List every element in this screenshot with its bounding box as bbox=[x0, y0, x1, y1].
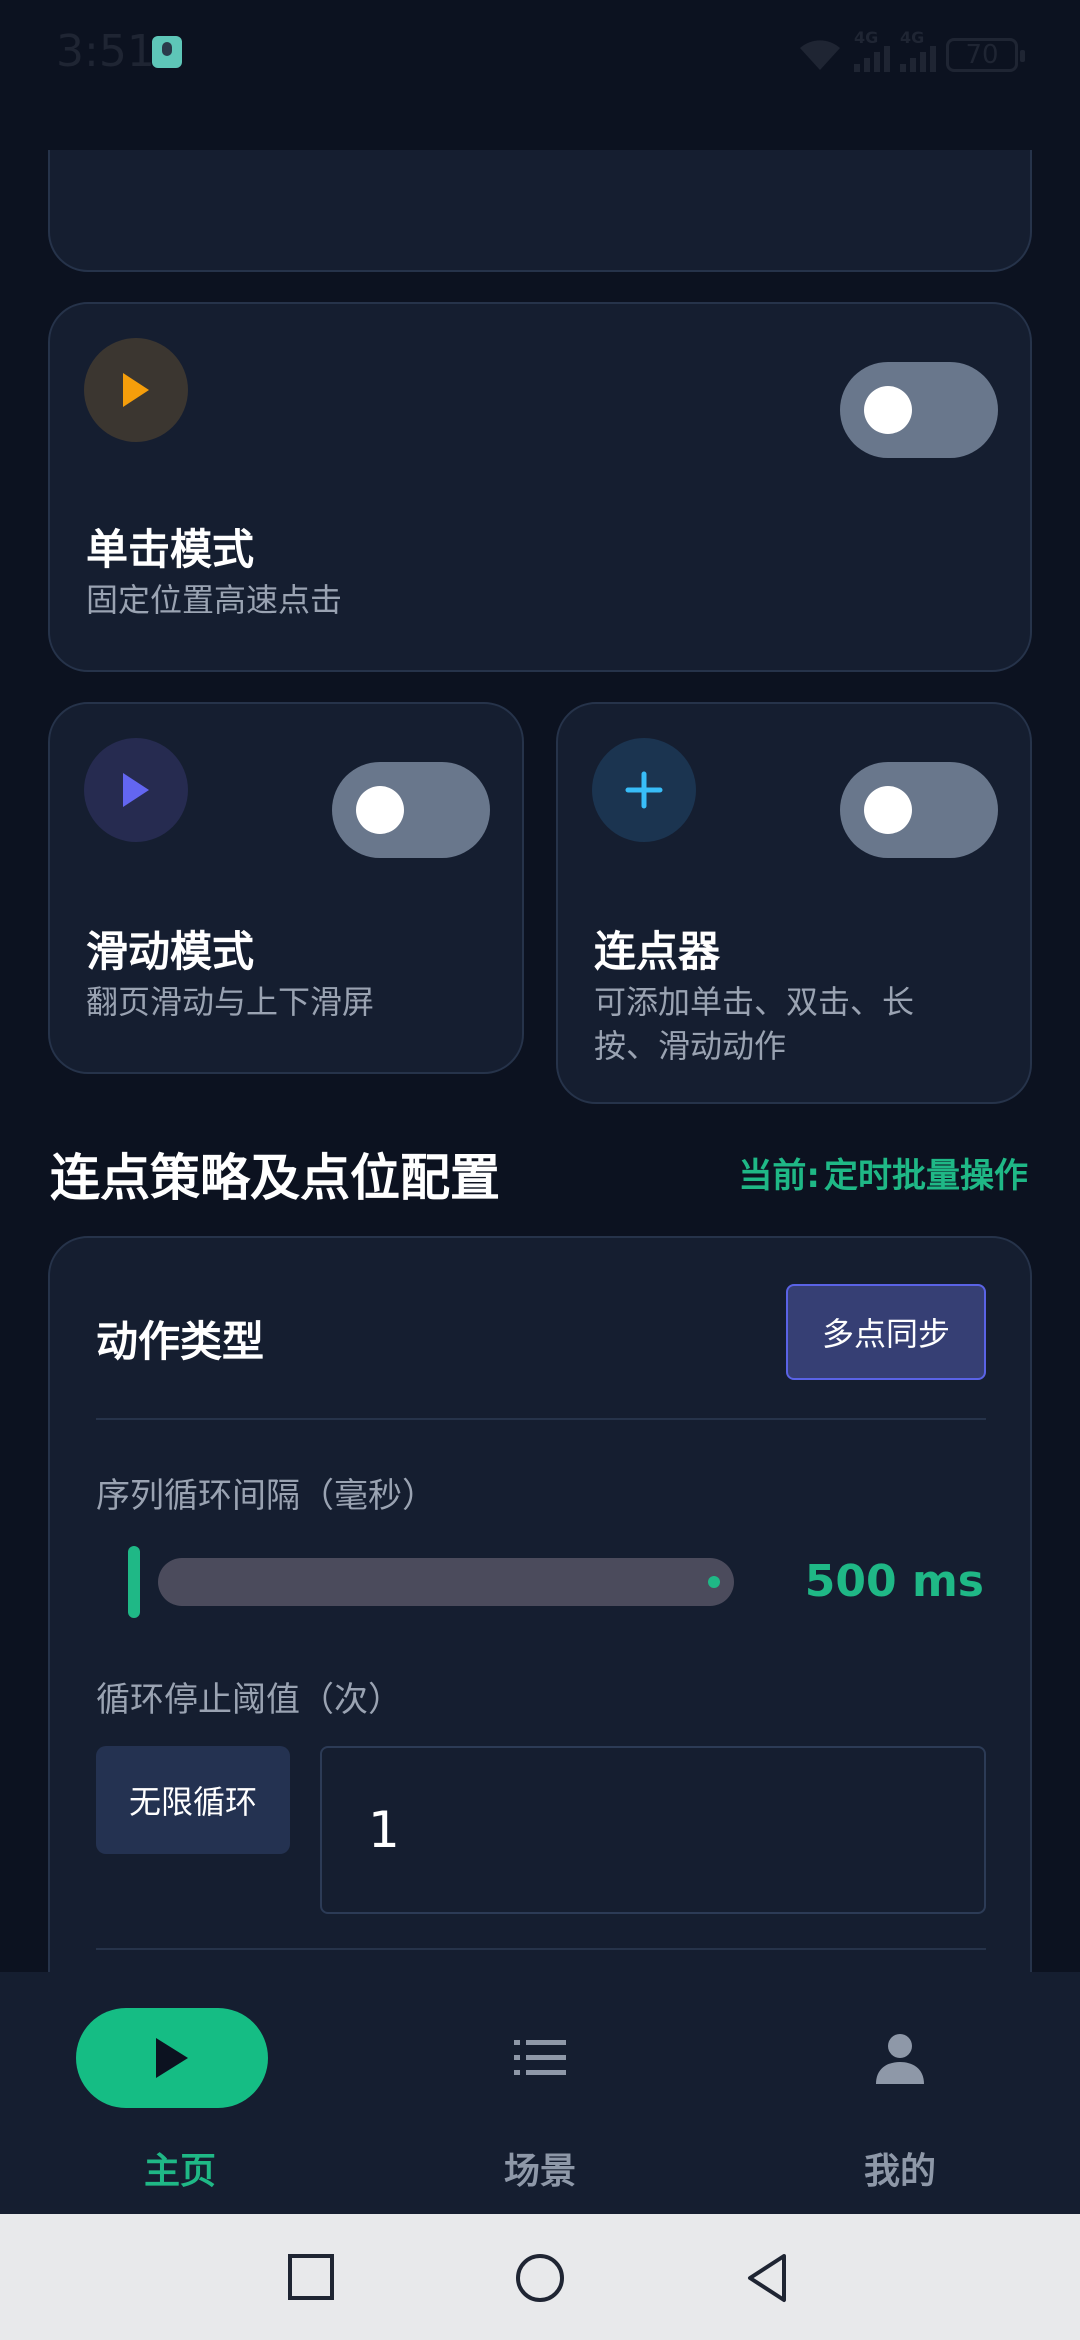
stop-count-input[interactable] bbox=[320, 1746, 986, 1914]
single-click-mode-card[interactable]: 单击模式 固定位置高速点击 bbox=[48, 302, 1032, 672]
toggle-knob bbox=[356, 786, 404, 834]
interval-label: 序列循环间隔（毫秒） bbox=[96, 1476, 436, 1516]
person-icon bbox=[876, 2034, 924, 2084]
status-time: 3:51 bbox=[56, 26, 155, 77]
previous-card bbox=[48, 150, 1032, 272]
nav-home[interactable]: 主页 bbox=[0, 1972, 360, 2214]
wifi-icon bbox=[796, 38, 844, 72]
single-mode-subtitle: 固定位置高速点击 bbox=[86, 581, 343, 619]
swipe-mode-title: 滑动模式 bbox=[86, 927, 255, 976]
action-type-button[interactable]: 多点同步 bbox=[786, 1284, 986, 1380]
single-mode-title: 单击模式 bbox=[86, 525, 255, 574]
nav-home-pill bbox=[76, 2008, 268, 2108]
combo-subtitle-line2: 按、滑动动作 bbox=[594, 1027, 787, 1065]
plus-icon bbox=[625, 771, 663, 809]
play-icon bbox=[123, 373, 149, 407]
app-notification-icon bbox=[152, 36, 182, 68]
swipe-mode-toggle[interactable] bbox=[332, 762, 490, 858]
signal-1: 4G bbox=[854, 30, 890, 72]
divider bbox=[96, 1418, 986, 1420]
swipe-mode-subtitle: 翻页滑动与上下滑屏 bbox=[86, 983, 375, 1021]
strategy-section-title: 连点策略及点位配置 bbox=[50, 1149, 500, 1207]
current-strategy[interactable]: 当前: 定时批量操作 bbox=[734, 1148, 1028, 1197]
nav-profile-label: 我的 bbox=[863, 2151, 936, 2192]
combo-title: 连点器 bbox=[594, 927, 721, 976]
combo-subtitle-line1: 可添加单击、双击、长 bbox=[594, 983, 915, 1021]
system-navigation-bar bbox=[0, 2214, 1080, 2340]
network-tag: 4G bbox=[900, 28, 925, 47]
divider bbox=[96, 1948, 986, 1950]
bottom-navigation: 主页 场景 我的 bbox=[0, 1972, 1080, 2214]
swipe-mode-card[interactable]: 滑动模式 翻页滑动与上下滑屏 bbox=[48, 702, 524, 1074]
signal-bars-icon bbox=[854, 46, 890, 72]
play-icon bbox=[123, 773, 149, 807]
status-icons: 4G 4G 70 bbox=[796, 30, 1025, 72]
current-strategy-label: 当前: bbox=[738, 1156, 820, 1196]
back-icon[interactable] bbox=[740, 2250, 796, 2306]
signal-bars-icon bbox=[900, 46, 936, 72]
interval-value: 500 ms bbox=[804, 1556, 984, 1607]
app-screen: 3:51 4G 4G 70 单击模式 固定位置高速点击 滑动模式 翻页滑动与上下… bbox=[0, 0, 1080, 2340]
infinite-loop-button[interactable]: 无限循环 bbox=[96, 1746, 290, 1854]
single-mode-toggle[interactable] bbox=[840, 362, 998, 458]
combo-toggle[interactable] bbox=[840, 762, 998, 858]
status-bar: 3:51 4G 4G 70 bbox=[0, 0, 1080, 104]
network-tag: 4G bbox=[854, 28, 879, 47]
signal-2: 4G bbox=[900, 30, 936, 72]
slider-thumb[interactable] bbox=[708, 1576, 720, 1588]
nav-profile[interactable]: 我的 bbox=[720, 1972, 1080, 2214]
list-icon bbox=[514, 2040, 566, 2075]
single-mode-icon-circle bbox=[84, 338, 188, 442]
nav-scenes[interactable]: 场景 bbox=[360, 1972, 720, 2214]
battery-icon: 70 bbox=[946, 38, 1025, 72]
combo-clicker-card[interactable]: 连点器 可添加单击、双击、长 按、滑动动作 bbox=[556, 702, 1032, 1104]
toggle-knob bbox=[864, 786, 912, 834]
nav-home-label: 主页 bbox=[143, 2151, 216, 2192]
stop-threshold-label: 循环停止阈值（次） bbox=[96, 1680, 402, 1720]
swipe-mode-icon-circle bbox=[84, 738, 188, 842]
nav-scenes-label: 场景 bbox=[503, 2151, 576, 2192]
combo-icon-circle bbox=[592, 738, 696, 842]
slider-min-marker bbox=[128, 1546, 140, 1618]
play-icon bbox=[156, 2038, 188, 2078]
current-strategy-value: 定时批量操作 bbox=[824, 1156, 1028, 1196]
interval-slider[interactable] bbox=[158, 1558, 734, 1606]
toggle-knob bbox=[864, 386, 912, 434]
action-type-label: 动作类型 bbox=[96, 1317, 265, 1366]
recent-apps-icon[interactable] bbox=[284, 2250, 340, 2306]
home-icon[interactable] bbox=[512, 2250, 568, 2306]
